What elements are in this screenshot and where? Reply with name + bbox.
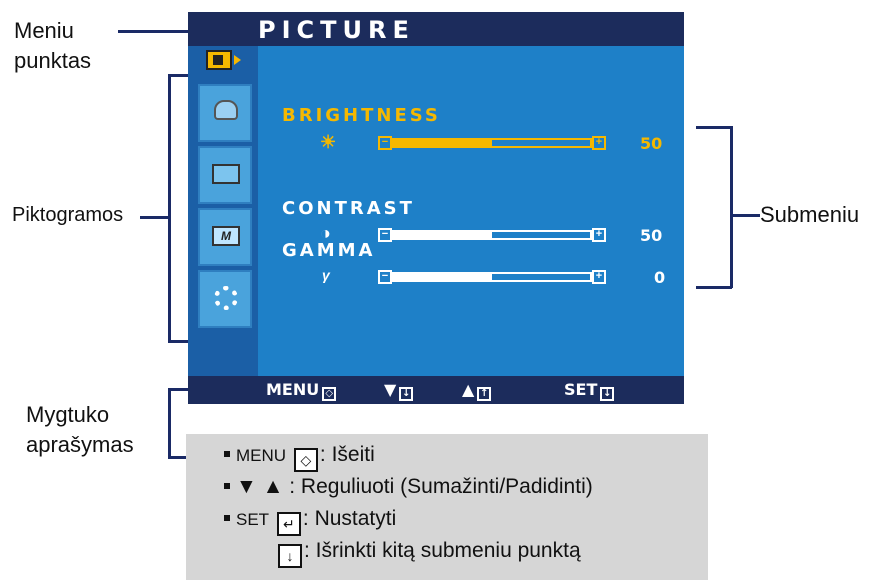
submenu-label-contrast[interactable]: CONTRAST (282, 198, 415, 219)
plus-icon: + (592, 270, 606, 284)
slider-fill (394, 140, 492, 146)
osd-tile-settings[interactable] (198, 270, 252, 328)
gamma-icon: γ (322, 267, 330, 283)
slider-fill (394, 274, 492, 280)
osd-header: PICTURE (188, 12, 684, 46)
button-legend: MENU ◇: Išeiti ▼ ▲ : Reguliuoti (Sumažin… (186, 434, 708, 580)
footer-down-label: ▼ (384, 380, 397, 399)
callout-bracket-buttons (168, 388, 171, 458)
active-indicator-icon (234, 55, 241, 65)
enter-icon: ↵ (276, 512, 301, 536)
legend-row-menu: MENU ◇: Išeiti (224, 442, 375, 472)
legend-adjust-text: : Reguliuoti (Sumažinti/Padidinti) (289, 475, 593, 498)
contrast-value: 50 (640, 226, 663, 245)
callout-bracket-submenu-top (696, 126, 732, 129)
slider-track (392, 230, 592, 240)
footer-up-label: ▲ (462, 380, 475, 399)
minus-icon: − (378, 136, 392, 150)
osd-tile-color[interactable]: M (198, 208, 252, 266)
callout-menu-item: Meniu punktas (14, 16, 91, 76)
slider-track (392, 138, 592, 148)
footer-up-button[interactable]: ▲ ↑ (462, 380, 492, 401)
callout-button-desc-line2: aprašymas (26, 432, 134, 457)
bullet-icon (224, 483, 230, 489)
settings-icon (214, 286, 238, 310)
callout-menu-item-line1: Meniu (14, 18, 74, 43)
callout-line-icons (140, 216, 170, 219)
legend-menu-text: : Išeiti (319, 443, 375, 466)
exit-icon: ◇ (322, 387, 337, 401)
down-key-icon: ↓ (600, 387, 615, 401)
down-key-icon: ↓ (278, 544, 302, 568)
footer-down-button[interactable]: ▼ ↓ (384, 380, 414, 401)
osd-tile-screen[interactable] (198, 146, 252, 204)
gamma-value: 0 (654, 268, 666, 287)
sun-icon: ☀ (320, 132, 337, 152)
monitor-icon (214, 100, 238, 120)
osd-title: PICTURE (258, 16, 415, 44)
legend-set-key: SET (236, 510, 270, 529)
callout-submenu: Submeniu (760, 202, 860, 227)
callout-button-desc-line1: Mygtuko (26, 402, 110, 427)
down-key-icon: ↓ (399, 387, 414, 401)
color-icon: M (212, 226, 240, 246)
minus-icon: − (378, 228, 392, 242)
plus-icon: + (592, 228, 606, 242)
osd-body (188, 46, 684, 376)
osd-menu: PICTURE M BRIGHTNESS ☀ − + 50 CONTRAST ◑… (188, 12, 684, 404)
legend-next-text: : Išrinkti kitą submeniu punktą (304, 539, 581, 562)
legend-set-text: : Nustatyti (302, 507, 397, 530)
gamma-slider[interactable]: − + (378, 270, 606, 286)
callout-icons: Piktogramos (12, 204, 124, 226)
footer-set-button[interactable]: SET ↓ (564, 380, 615, 401)
picture-icon[interactable] (206, 50, 232, 70)
callout-bracket-submenu-bottom (696, 286, 732, 289)
minus-icon: − (378, 270, 392, 284)
screen-icon (212, 164, 240, 184)
brightness-value: 50 (640, 134, 663, 153)
submenu-label-gamma[interactable]: GAMMA (282, 240, 375, 261)
osd-icon-bar: M (188, 46, 258, 376)
footer-menu-label: MENU (266, 380, 320, 399)
legend-row-next: ↓: Išrinkti kitą submeniu punktą (276, 538, 581, 568)
plus-icon: + (592, 136, 606, 150)
footer-set-label: SET (564, 380, 598, 399)
callout-line-menu (118, 30, 188, 33)
legend-row-set: SET ↵: Nustatyti (224, 506, 396, 536)
footer-menu-button[interactable]: MENU ◇ (266, 380, 337, 401)
bullet-icon (224, 451, 230, 457)
callout-bracket-buttons-top (168, 388, 190, 391)
brightness-slider[interactable]: − + (378, 136, 606, 152)
slider-track (392, 272, 592, 282)
legend-menu-key: MENU (236, 446, 287, 465)
callout-line-submenu (730, 214, 760, 217)
slider-fill (394, 232, 492, 238)
exit-icon: ◇ (293, 448, 318, 472)
legend-adjust-key: ▼ ▲ (236, 475, 284, 498)
osd-footer: MENU ◇ ▼ ↓ ▲ ↑ SET ↓ (188, 376, 684, 404)
callout-button-desc: Mygtuko aprašymas (26, 400, 134, 460)
callout-bracket-icons (168, 74, 171, 342)
contrast-slider[interactable]: − + (378, 228, 606, 244)
callout-menu-item-line2: punktas (14, 48, 92, 73)
up-key-icon: ↑ (477, 387, 492, 401)
callout-bracket-submenu (730, 126, 733, 288)
submenu-label-brightness[interactable]: BRIGHTNESS (282, 105, 441, 126)
bullet-icon (224, 515, 230, 521)
legend-row-adjust: ▼ ▲ : Reguliuoti (Sumažinti/Padidinti) (224, 474, 593, 500)
osd-tile-monitor[interactable] (198, 84, 252, 142)
